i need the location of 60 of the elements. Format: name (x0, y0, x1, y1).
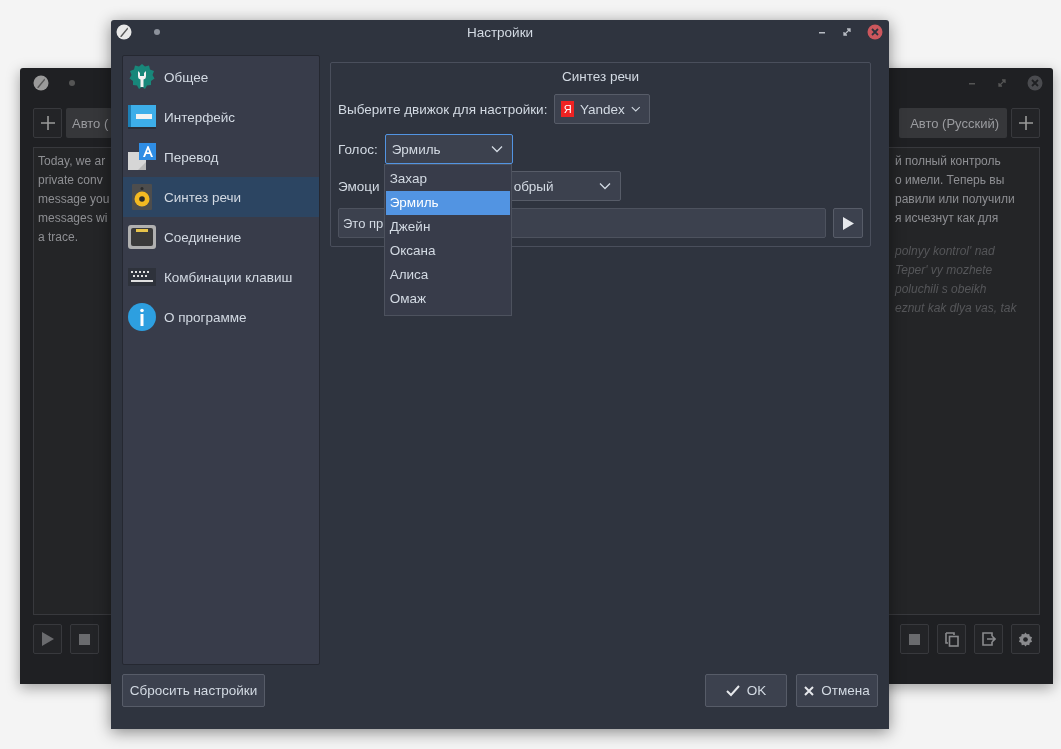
voice-option[interactable]: Оксана (385, 239, 510, 263)
cross-icon (804, 685, 815, 696)
stop-button[interactable] (70, 624, 99, 654)
settings-button[interactable] (1011, 624, 1040, 654)
app-logo-icon (33, 75, 49, 91)
language-dropdown[interactable]: Авто ( (66, 108, 112, 138)
plus-icon (1018, 116, 1033, 130)
emotion-label: Эмоци (338, 178, 380, 194)
cancel-button[interactable]: Отмена (796, 674, 878, 707)
chevron-down-icon (630, 105, 641, 113)
status-dot (69, 80, 75, 86)
stop-button[interactable] (900, 624, 929, 654)
window-title: Настройки (466, 24, 534, 40)
engine-dropdown[interactable]: Я Yandex (554, 94, 651, 124)
wrench-icon (128, 63, 156, 91)
stop-icon (79, 633, 90, 645)
network-port-icon (128, 223, 156, 251)
sidebar-item[interactable]: Перевод (123, 137, 319, 177)
source-text: Today, we ar private conv message you messages wi a trace. (38, 153, 110, 246)
engine-logo: Я (561, 101, 575, 117)
close-icon[interactable] (1027, 75, 1043, 91)
voice-option[interactable]: Джейн (385, 215, 510, 239)
plus-icon (40, 116, 55, 130)
translation-text: й полный контроль о имели. Теперь вы равили или получили я исчезнут как для (895, 153, 1016, 227)
copy-button[interactable] (937, 624, 966, 654)
translate-icon (128, 143, 156, 171)
group-title: Синтез речи (561, 69, 640, 84)
voice-option[interactable]: Омаж (385, 287, 510, 311)
play-button[interactable] (833, 208, 863, 238)
sidebar-item[interactable]: Комбинации клавиш (123, 257, 319, 297)
gear-icon (1018, 631, 1033, 647)
copy-icon (944, 631, 959, 647)
reset-button[interactable]: Сбросить настройки (122, 674, 265, 707)
app-logo-icon (116, 24, 132, 40)
info-icon (128, 303, 156, 331)
sidebar-item[interactable]: Общее (123, 57, 319, 97)
voice-dropdown[interactable]: Эрмиль (384, 134, 513, 164)
chevron-down-icon (598, 182, 611, 190)
sidebar-item[interactable]: О программе (123, 297, 319, 337)
play-icon (41, 632, 54, 646)
sidebar-item[interactable]: Соединение (123, 217, 319, 257)
maximize-icon[interactable] (842, 27, 852, 37)
export-icon (981, 632, 996, 646)
close-icon[interactable] (867, 24, 883, 40)
window-icon (128, 103, 156, 131)
ok-button[interactable]: OK (705, 674, 787, 707)
check-icon (725, 684, 740, 697)
chevron-down-icon (490, 145, 503, 153)
add-button[interactable] (33, 108, 62, 138)
play-icon (842, 216, 854, 230)
sidebar-item[interactable]: Синтез речи (123, 177, 319, 217)
add-button[interactable] (1011, 108, 1040, 138)
engine-label: Выберите движок для настройки: (338, 101, 548, 117)
stop-icon (909, 633, 920, 645)
language-dropdown[interactable]: Авто (Русский) (899, 108, 1007, 138)
sidebar-item[interactable]: Интерфейс (123, 97, 319, 137)
export-button[interactable] (974, 624, 1003, 654)
voice-label: Голос: (338, 141, 378, 157)
status-dot (154, 29, 160, 35)
voice-option[interactable]: Алиса (385, 263, 510, 287)
